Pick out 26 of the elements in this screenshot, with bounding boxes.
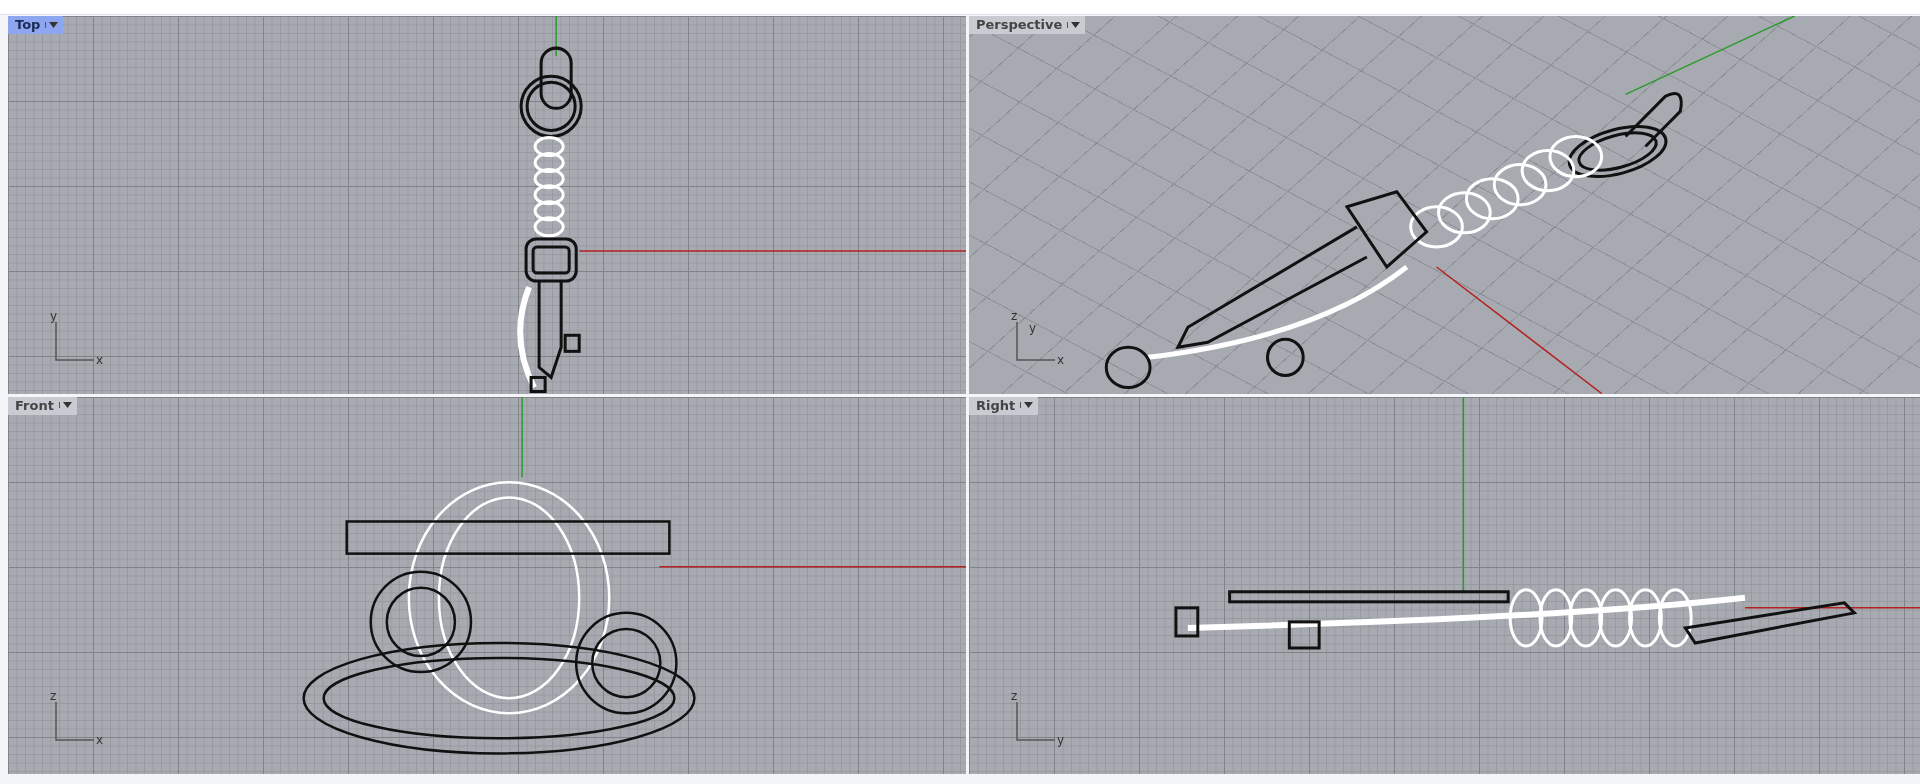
viewport-tab[interactable]: Top [8, 16, 64, 34]
caret-icon[interactable] [58, 402, 72, 408]
caret-icon[interactable] [45, 21, 59, 28]
viewport[interactable]: Front z x [8, 396, 966, 774]
axis-label: x [1057, 353, 1065, 366]
axis-label: y [1057, 734, 1065, 746]
axis-label: z [50, 690, 57, 702]
axis-label: z [1011, 690, 1018, 702]
viewport[interactable]: Right z y [969, 396, 1920, 774]
caret-icon[interactable] [1020, 402, 1034, 408]
viewport-tab[interactable]: Front [8, 396, 77, 415]
viewport-tab[interactable]: Right [969, 396, 1039, 415]
viewport-tab[interactable]: Perspective [969, 16, 1086, 34]
axis-icon [1015, 702, 1055, 742]
axis-label: x [96, 353, 104, 366]
axis-label: x [96, 734, 104, 746]
caret-icon[interactable] [1067, 21, 1081, 28]
axis-icon [54, 321, 94, 362]
axis-icon [54, 702, 94, 742]
viewport[interactable]: Perspective z y x [969, 16, 1920, 394]
axis-label: z [1011, 309, 1018, 322]
axis-icon [1015, 321, 1055, 362]
y-axis-line [555, 16, 557, 57]
viewport[interactable]: Top y x [8, 16, 966, 394]
axis-label: y [1029, 321, 1037, 334]
axis-label: y [50, 309, 58, 322]
